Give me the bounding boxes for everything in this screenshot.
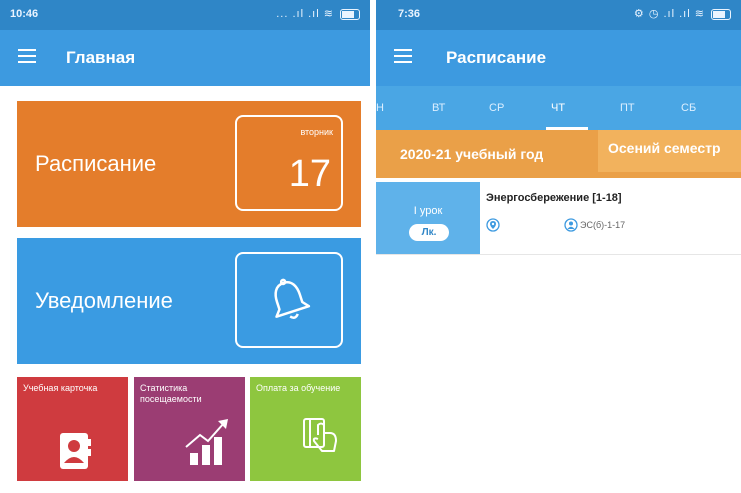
date-box: вторник 17 (235, 115, 343, 211)
attendance-stats-tile[interactable]: Статистика посещаемости (134, 377, 245, 481)
bell-icon (274, 278, 311, 319)
tab-thursday[interactable]: ЧТ (551, 102, 565, 114)
status-time: 10:46 (10, 8, 39, 20)
lesson-title: Энергосбережение [1-18] (486, 192, 622, 204)
schedule-screen: 7:36 ⚙ ◷ .ıl .ıl ≋ Расписание Н ВТ СР ЧТ… (376, 0, 741, 493)
status-icons-right: ⚙ ◷ .ıl .ıl ≋ (634, 7, 731, 20)
status-bar: 10:46 ... .ıl .ıl ≋ (0, 0, 370, 30)
menu-icon[interactable] (18, 49, 36, 63)
academic-year[interactable]: 2020-21 учебный год (400, 146, 543, 162)
day-tabs: Н ВТ СР ЧТ ПТ СБ (376, 86, 741, 130)
bell-box (235, 252, 343, 348)
status-bar-right: 7:36 ⚙ ◷ .ıl .ıl ≋ (376, 0, 741, 30)
location-pin-icon[interactable] (486, 218, 500, 232)
tab-saturday[interactable]: СБ (681, 102, 696, 114)
schedule-tile-label: Расписание (35, 151, 157, 176)
day-number: 17 (288, 153, 331, 195)
notification-tile-label: Уведомление (35, 288, 173, 313)
tab-friday[interactable]: ПТ (620, 102, 635, 114)
card-payment-icon (303, 418, 337, 452)
lesson-type-badge: Лк. (409, 224, 449, 241)
signal-icon-right: ⚙ ◷ .ıl .ıl (633, 8, 691, 20)
tab-wednesday[interactable]: СР (489, 102, 504, 114)
study-card-label: Учебная карточка (23, 383, 98, 393)
tab-tuesday[interactable]: ВТ (432, 102, 445, 114)
tuition-payment-label: Оплата за обучение (256, 383, 341, 393)
lesson-row[interactable]: I урок Лк. Энергосбережение [1-18] ЭС(б)… (376, 182, 741, 255)
growth-chart-icon (185, 419, 228, 465)
group-code: ЭС(б)-1-17 (580, 220, 626, 230)
group-icon (564, 218, 578, 232)
page-title: Главная (66, 48, 136, 67)
study-card-tile[interactable]: Учебная карточка (17, 377, 128, 481)
tuition-payment-tile[interactable]: Оплата за обучение (250, 377, 361, 481)
weekday-label: вторник (300, 127, 333, 137)
status-icons: ... .ıl .ıl ≋ (276, 7, 360, 20)
battery-icon-right (711, 8, 731, 20)
signal-icon: ... .ıl .ıl (276, 8, 320, 20)
attendance-stats-label: Статистика посещаемости (140, 383, 202, 404)
schedule-tile[interactable]: Расписание вторник 17 (17, 101, 361, 227)
term-bar: 2020-21 учебный год Осений семестр (376, 130, 741, 178)
app-bar-right: Расписание (376, 30, 741, 86)
semester-label: Осений семестр (608, 140, 721, 156)
wifi-icon: ≋ (323, 8, 334, 20)
menu-icon-right[interactable] (394, 49, 412, 63)
tab-monday[interactable]: Н (376, 102, 384, 114)
schedule-page-title: Расписание (446, 48, 547, 67)
lesson-number: I урок (413, 205, 443, 217)
contact-card-icon (60, 433, 91, 469)
home-screen: 10:46 ... .ıl .ıl ≋ Главная Расписание в… (0, 0, 370, 493)
wifi-icon-right: ≋ (694, 8, 705, 20)
app-bar: Главная (0, 30, 370, 86)
battery-icon (340, 8, 360, 20)
lesson-number-block: I урок Лк. (376, 182, 480, 254)
status-time-right: 7:36 (398, 8, 421, 20)
notification-tile[interactable]: Уведомление (17, 238, 361, 364)
semester-chip[interactable]: Осений семестр (598, 130, 741, 172)
